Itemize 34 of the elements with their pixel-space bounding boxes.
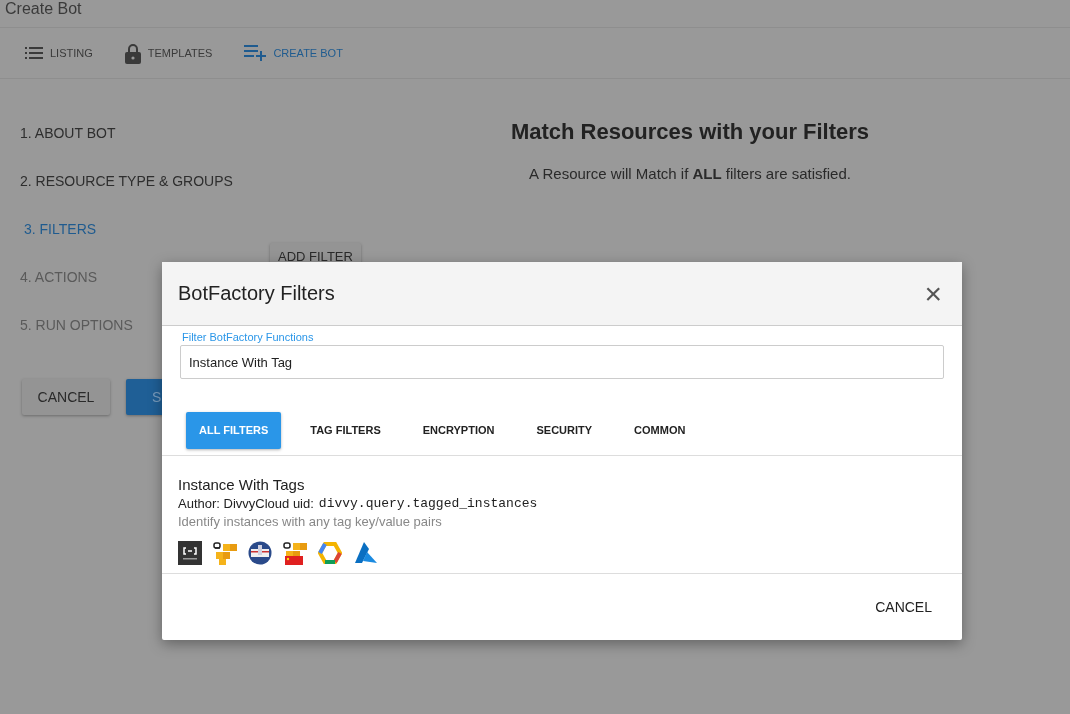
list-add-icon <box>244 45 267 61</box>
boxes-icon <box>213 541 237 565</box>
filter-tab[interactable]: COMMON <box>621 411 699 449</box>
search-label: Filter BotFactory Functions <box>181 331 315 343</box>
step-item[interactable]: 2. RESOURCE TYPE & GROUPS <box>20 173 233 221</box>
result-description: Identify instances with any tag key/value pairs <box>178 514 443 529</box>
result-title: Instance With Tags <box>178 476 306 493</box>
filter-tab[interactable]: SECURITY <box>523 411 606 449</box>
nav-tab[interactable]: CREATE BOT <box>244 45 343 61</box>
nav-tab[interactable]: LISTING <box>25 47 93 59</box>
search-field[interactable]: Instance With Tag <box>180 345 944 379</box>
list-icon <box>25 47 43 59</box>
dark-square-icon <box>178 541 202 565</box>
boxes-flag-icon <box>283 541 307 565</box>
filter-tab[interactable]: ALL FILTERS <box>186 411 282 449</box>
hexagon-icon <box>318 541 342 565</box>
author-text: Author: DivvyCloud uid: <box>178 496 314 511</box>
cancel-button[interactable]: CANCEL <box>22 379 110 415</box>
filter-tab[interactable]: ENCRYPTION <box>409 411 508 449</box>
uid-text: divvy.query.tagged_instances <box>318 496 538 511</box>
cancel-button[interactable]: CANCEL <box>869 598 938 616</box>
page-title: Create Bot <box>5 3 82 15</box>
round-badge-icon <box>248 541 272 565</box>
step-item[interactable]: 3. FILTERS <box>24 221 97 269</box>
nav-tab[interactable]: TEMPLATES <box>124 42 213 64</box>
close-button[interactable]: × <box>922 278 944 309</box>
triangle-icon <box>353 541 379 565</box>
modal-title: BotFactory Filters <box>178 282 335 305</box>
lock-icon <box>124 42 141 64</box>
page-heading: Match Resources with your Filters <box>509 119 871 145</box>
filter-tab[interactable]: TAG FILTERS <box>297 411 394 449</box>
step-item[interactable]: 1. ABOUT BOT <box>20 125 116 173</box>
result-item[interactable]: Instance With Tags Author: DivvyCloud uid: divvy.query.tagged_instances Identify instances with any tag key/value pairs <box>162 456 962 574</box>
page-subheading: A Resource will Match if ALL filters are satisfied. <box>528 165 852 182</box>
